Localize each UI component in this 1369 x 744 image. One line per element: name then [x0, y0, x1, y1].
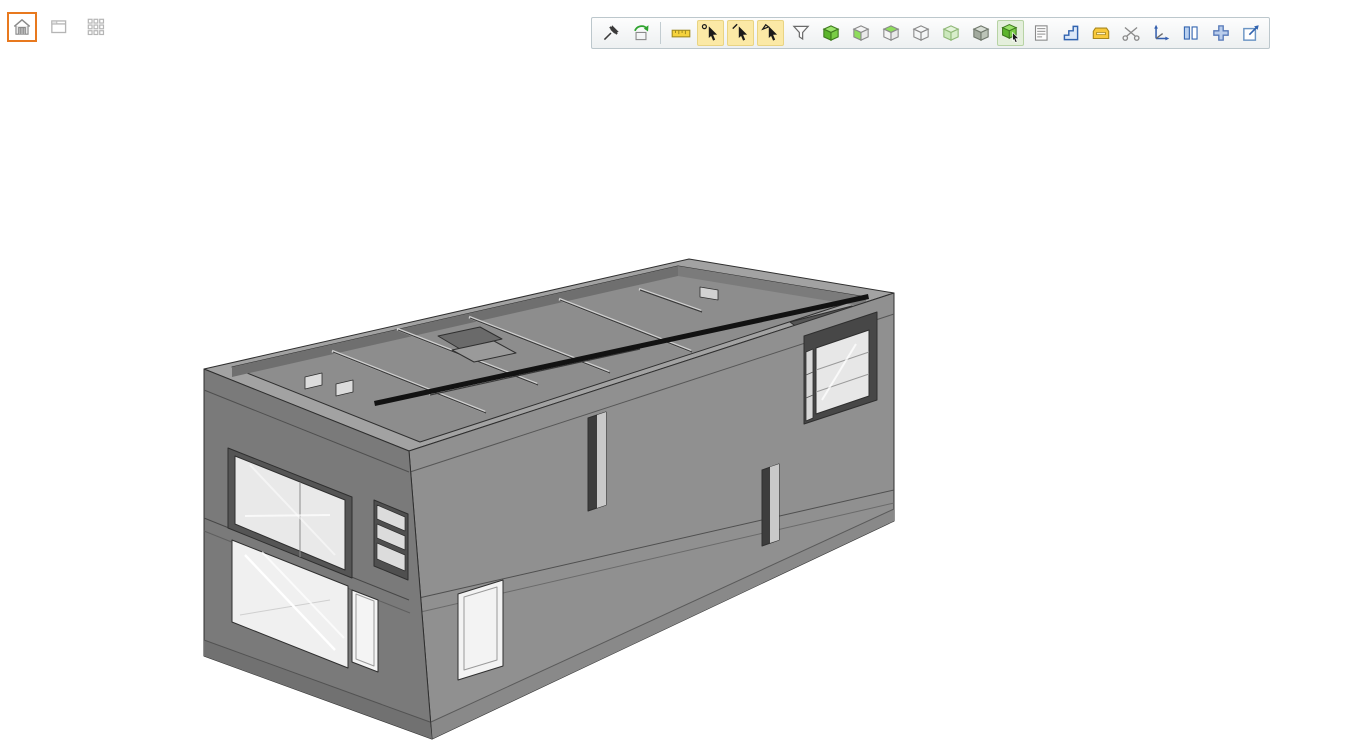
- select-element-button[interactable]: [997, 20, 1024, 46]
- cube-wire-icon: [910, 22, 932, 44]
- building-icon: [11, 16, 33, 38]
- ruler-icon: [670, 22, 692, 44]
- panels-icon: [1180, 22, 1202, 44]
- viewport-3d[interactable]: [0, 0, 1369, 744]
- view-solid-button[interactable]: [817, 20, 844, 46]
- add-view-button[interactable]: [1207, 20, 1234, 46]
- sheet-icon: [48, 16, 70, 38]
- view-transparent-button[interactable]: [937, 20, 964, 46]
- pan-mode-button[interactable]: [727, 20, 754, 46]
- pin-icon: [600, 22, 622, 44]
- cube-glass-icon: [940, 22, 962, 44]
- model-window-end-sidelight[interactable]: [374, 500, 408, 580]
- measure-button[interactable]: [667, 20, 694, 46]
- view-wireframe-button[interactable]: [907, 20, 934, 46]
- export-icon: [1240, 22, 1262, 44]
- grid-view-button[interactable]: [81, 12, 111, 42]
- element-list-button[interactable]: [1027, 20, 1054, 46]
- view-top-button[interactable]: [877, 20, 904, 46]
- main-toolbar: [591, 17, 1270, 49]
- pin-button[interactable]: [597, 20, 624, 46]
- model-window-slit-1[interactable]: [588, 412, 606, 511]
- building-model[interactable]: [204, 259, 894, 739]
- clip-planes-button[interactable]: [1117, 20, 1144, 46]
- scissors-icon: [1120, 22, 1142, 44]
- grid-icon: [85, 16, 107, 38]
- cube-top-icon: [880, 22, 902, 44]
- orbit-mode-button[interactable]: [697, 20, 724, 46]
- rotate-view-button[interactable]: [627, 20, 654, 46]
- model-view-button[interactable]: [7, 12, 37, 42]
- cube-solid-icon: [820, 22, 842, 44]
- storeys-button[interactable]: [1057, 20, 1084, 46]
- list-icon: [1030, 22, 1052, 44]
- axes-button[interactable]: [1147, 20, 1174, 46]
- cursor-zoom-icon: [760, 22, 782, 44]
- storeys-icon: [1060, 22, 1082, 44]
- drawer-icon: [1090, 22, 1112, 44]
- cube-cursor-icon: [1000, 22, 1022, 44]
- plus-icon: [1210, 22, 1232, 44]
- model-door-facade[interactable]: [458, 580, 503, 680]
- toolbar-separator: [660, 22, 661, 44]
- layout-view-button[interactable]: [44, 12, 74, 42]
- cursor-rotate-icon: [700, 22, 722, 44]
- model-window-slit-2[interactable]: [762, 464, 779, 546]
- rotate-icon: [630, 22, 652, 44]
- view-shaded-button[interactable]: [967, 20, 994, 46]
- compare-views-button[interactable]: [1177, 20, 1204, 46]
- funnel-icon: [790, 22, 812, 44]
- axes-icon: [1150, 22, 1172, 44]
- view-face-button[interactable]: [847, 20, 874, 46]
- view-switch-bar: [7, 12, 111, 42]
- cube-shaded-icon: [970, 22, 992, 44]
- export-view-button[interactable]: [1237, 20, 1264, 46]
- cursor-pan-icon: [730, 22, 752, 44]
- look-mode-button[interactable]: [757, 20, 784, 46]
- cube-face-icon: [850, 22, 872, 44]
- model-door-end[interactable]: [352, 590, 378, 672]
- filter-button[interactable]: [787, 20, 814, 46]
- print-button[interactable]: [1087, 20, 1114, 46]
